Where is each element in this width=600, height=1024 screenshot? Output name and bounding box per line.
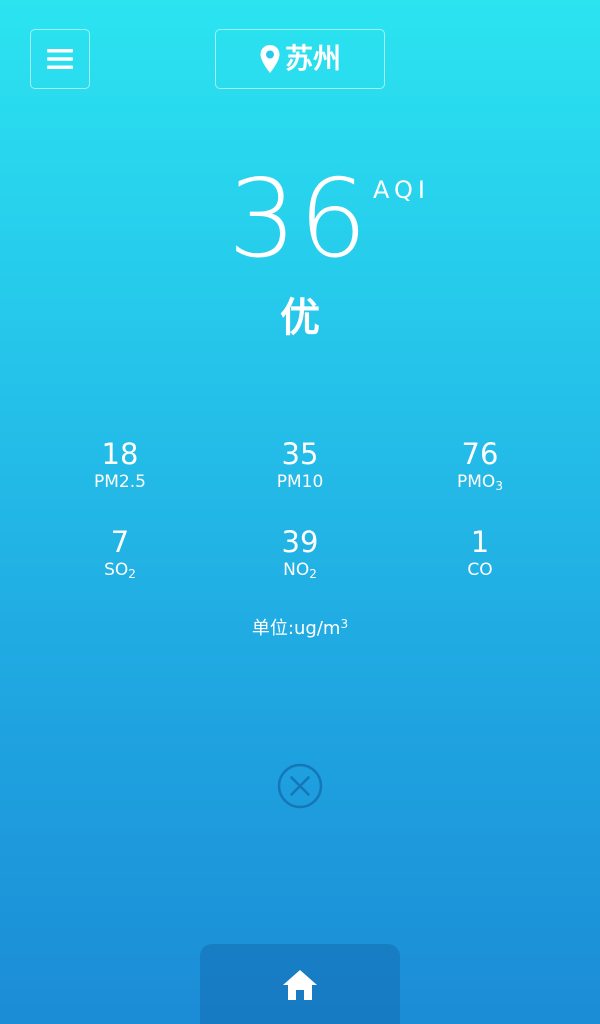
pollutant-value: 7 (110, 525, 130, 559)
pollutant-o3: 76 PMO3 (400, 437, 560, 493)
home-icon (283, 970, 317, 1000)
bottom-nav-home-tab[interactable] (200, 944, 400, 1024)
close-button[interactable] (276, 762, 324, 810)
aqi-summary: 36 AQI 优 (0, 160, 600, 360)
pollutant-value: 1 (470, 525, 490, 559)
hamburger-menu-icon (47, 49, 73, 69)
pollutant-so2: 7 SO2 (40, 525, 200, 581)
aqi-unit-label: AQI (373, 176, 430, 204)
pollutant-pm10: 35 PM10 (220, 440, 380, 492)
city-name: 苏州 (284, 42, 341, 75)
city-selector-button[interactable]: 苏州 (215, 29, 385, 89)
pollutant-no2: 39 NO2 (220, 525, 380, 581)
pollutant-value: 18 (101, 437, 139, 471)
pollutant-name: PM10 (276, 472, 324, 492)
aqi-level: 优 (280, 295, 320, 341)
pollutant-name: NO2 (283, 560, 317, 581)
pollutant-co: 1 CO (400, 528, 560, 580)
pollutant-value: 39 (281, 525, 319, 559)
menu-button[interactable] (30, 29, 90, 89)
pollutant-name: PMO3 (457, 472, 503, 493)
unit-note: 单位:ug/m3 (251, 617, 349, 639)
aqi-value: 36 (228, 157, 370, 282)
pollutant-pm25: 18 PM2.5 (40, 440, 200, 492)
close-circle-icon (277, 763, 323, 809)
pollutant-name: PM2.5 (94, 472, 146, 492)
pollutant-value: 35 (281, 437, 319, 471)
pollutant-name: SO2 (104, 560, 136, 581)
map-pin-icon (260, 45, 280, 73)
pollutant-name: CO (467, 560, 493, 580)
pollutant-value: 76 (461, 437, 499, 471)
